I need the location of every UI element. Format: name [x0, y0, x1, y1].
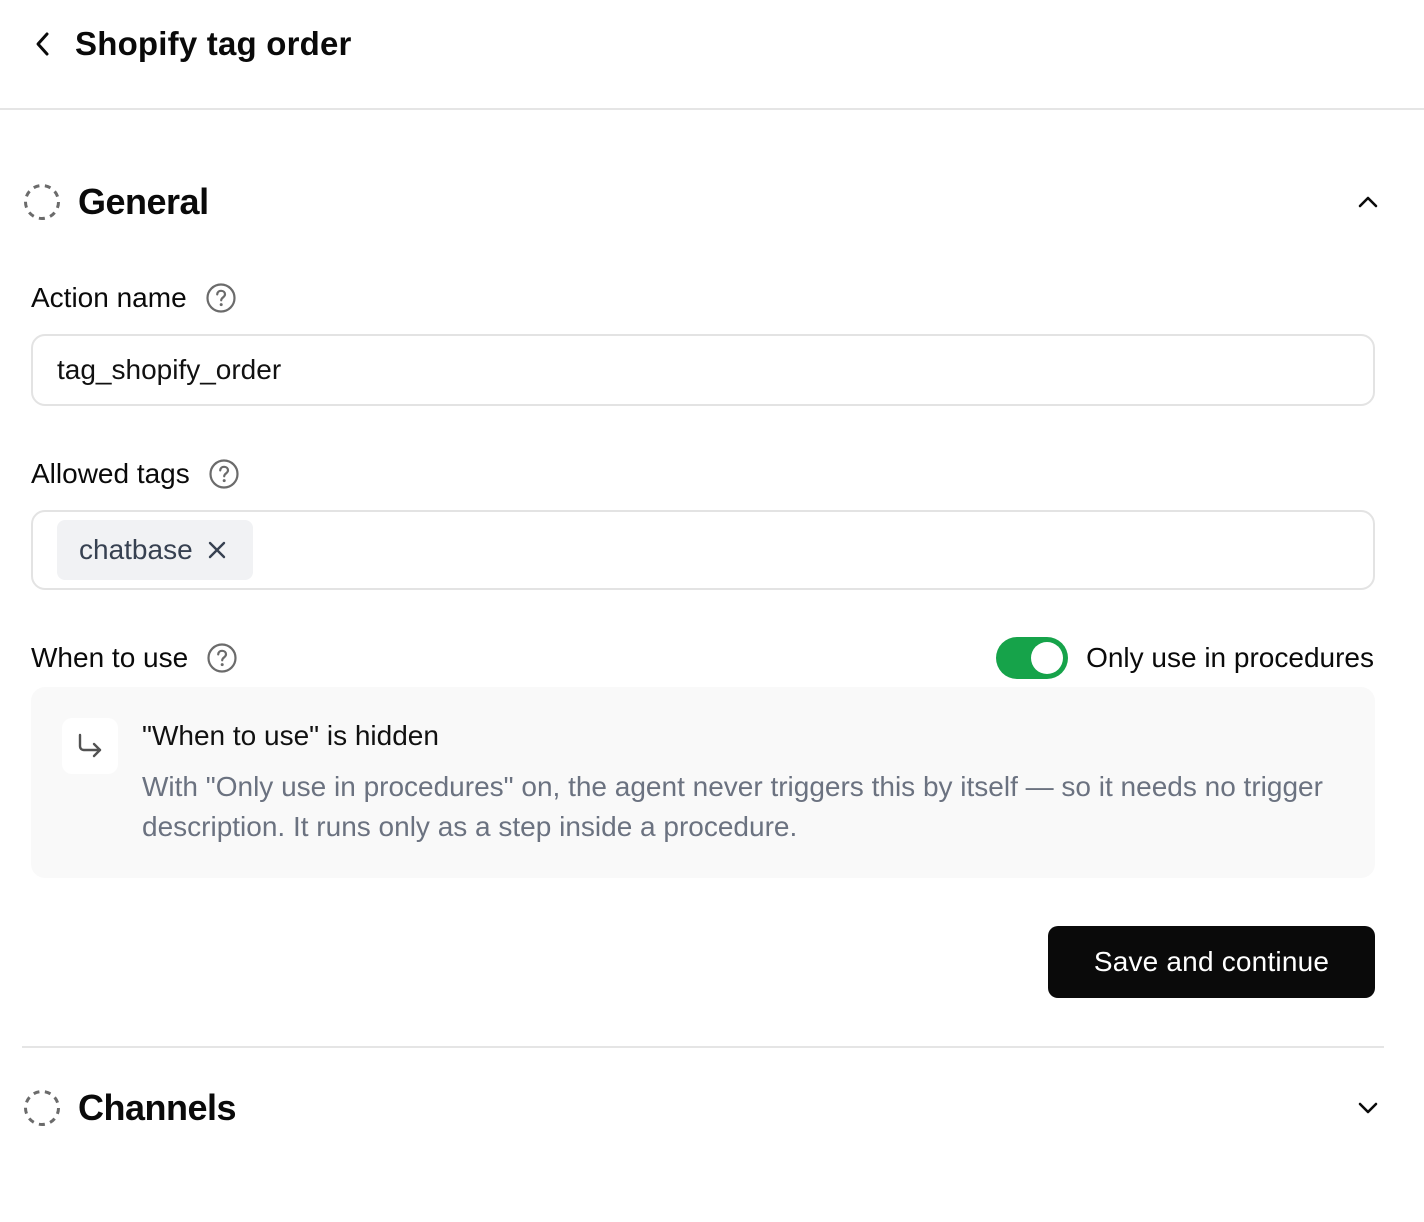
question-circle-icon[interactable] [208, 458, 240, 490]
allowed-tags-field[interactable]: chatbase [31, 510, 1375, 590]
section-channels-header[interactable]: Channels [22, 1078, 1384, 1138]
action-name-field[interactable]: tag_shopify_order [31, 334, 1375, 406]
when-to-use-label: When to use [31, 642, 189, 673]
only-procedures-toggle[interactable] [996, 637, 1069, 679]
save-and-continue-button[interactable]: Save and continue [1048, 926, 1375, 998]
question-circle-icon[interactable] [206, 642, 238, 674]
section-title-general: General [78, 181, 209, 222]
page-title: Shopify tag order [75, 25, 352, 62]
close-icon[interactable] [207, 540, 227, 560]
toggle-label: Only use in procedures [1086, 642, 1374, 673]
tag-chip: chatbase [57, 520, 253, 580]
section-general-header[interactable]: General [22, 172, 1384, 232]
section-divider [22, 1046, 1384, 1048]
action-name-label-row: Action name [31, 280, 237, 316]
info-title: "When to use" is hidden [142, 720, 439, 751]
chevron-down-icon[interactable] [1356, 1096, 1380, 1120]
question-circle-icon[interactable] [205, 282, 237, 314]
chevron-left-icon [36, 32, 49, 56]
chevron-up-icon[interactable] [1356, 190, 1380, 214]
dashed-circle-icon [24, 1090, 60, 1126]
action-name-value: tag_shopify_order [57, 354, 282, 385]
procedures-toggle-row: Only use in procedures [996, 637, 1374, 679]
hidden-info-panel: "When to use" is hidden With "Only use i… [31, 687, 1375, 878]
toggle-knob [1031, 642, 1064, 674]
action-name-label: Action name [31, 282, 187, 313]
tag-chip-label: chatbase [79, 534, 193, 565]
section-title-channels: Channels [78, 1087, 237, 1128]
allowed-tags-label: Allowed tags [31, 458, 190, 489]
allowed-tags-label-row: Allowed tags [31, 456, 240, 492]
dashed-circle-icon [24, 184, 60, 220]
info-description: With "Only use in procedures" on, the ag… [142, 771, 1323, 842]
back-button[interactable] [28, 28, 58, 60]
info-icon-container [62, 718, 118, 774]
page-header: Shopify tag order [0, 0, 1424, 110]
arrow-corner-down-right-icon [78, 733, 102, 758]
when-to-use-label-row: When to use [31, 640, 238, 676]
